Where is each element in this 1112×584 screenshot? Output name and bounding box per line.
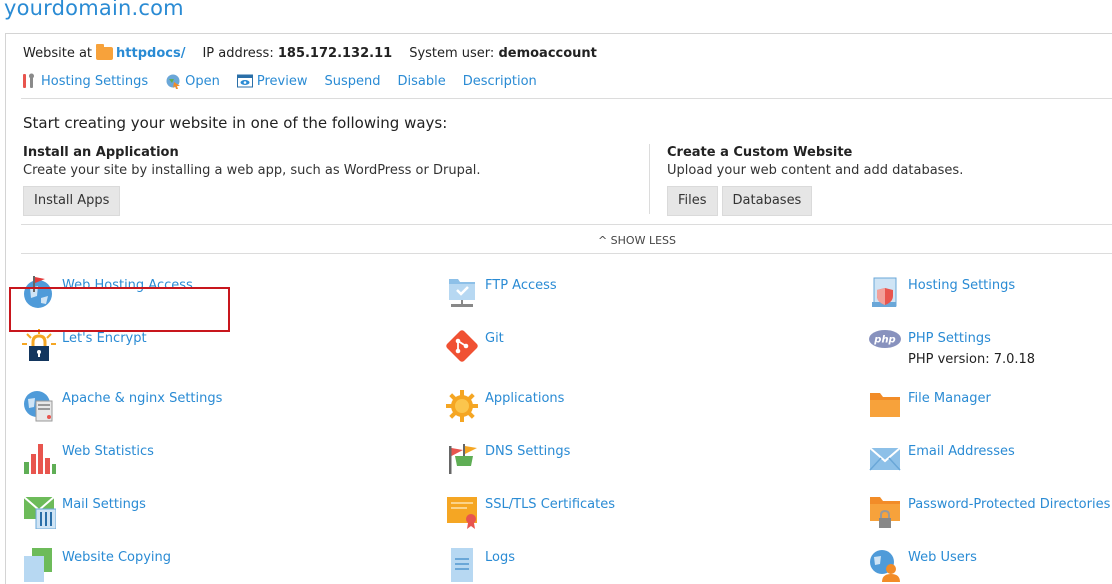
tool-ssl-tls-certificates[interactable]: SSL/TLS Certificates [445,495,615,529]
lets-encrypt-lock-icon [22,329,56,363]
globe-open-icon [165,73,181,89]
preview-icon [236,73,253,89]
tool-label: Apache & nginx Settings [62,391,223,406]
open-action[interactable]: Open [165,73,220,89]
dns-flags-icon [445,442,479,476]
tool-web-users[interactable]: Web Users [868,548,977,582]
divider [21,253,1112,254]
tool-label: Let's Encrypt [62,331,147,346]
tool-mail-settings[interactable]: Mail Settings [22,495,146,530]
tool-apache-nginx-settings[interactable]: Apache & nginx Settings [22,389,222,423]
tool-lets-encrypt[interactable]: Let's Encrypt [22,329,147,363]
disable-action-label: Disable [397,73,446,89]
tool-label: Git [485,331,504,346]
ip-value: 185.172.132.11 [277,46,393,61]
tool-label: Web Statistics [62,444,154,459]
divider [21,98,1112,99]
tool-web-statistics[interactable]: Web Statistics [22,442,154,476]
tool-git[interactable]: Git [445,329,504,363]
svg-text:php: php [873,335,895,346]
website-at-label: Website at [23,46,93,61]
divider [21,224,1112,225]
tool-label: Web Users [908,550,977,565]
system-user-label: System user: [409,46,495,61]
envelope-icon [868,442,902,476]
tool-password-protected-directories[interactable]: Password-Protected Directories [868,495,1110,529]
column-divider [649,144,650,214]
install-application-desc: Create your site by installing a web app… [23,163,481,178]
custom-website-heading: Create a Custom Website [667,145,853,160]
apache-globe-icon [22,389,56,423]
bar-chart-icon [22,442,56,476]
copy-pages-icon [22,548,56,582]
tool-logs[interactable]: Logs [445,548,515,582]
globe-user-icon [868,548,902,582]
install-apps-button[interactable]: Install Apps [23,186,121,216]
tool-label: PHP Settings [908,331,991,346]
show-less-toggle[interactable]: ^ SHOW LESS [6,234,1112,247]
php-version-text: PHP version: 7.0.18 [908,352,1036,367]
preview-action-label: Preview [256,73,308,89]
httpdocs-link[interactable]: httpdocs/ [116,46,185,61]
disable-action[interactable]: Disable [398,74,446,89]
system-user-value: demoaccount [498,46,597,61]
mail-settings-icon [22,495,57,530]
gear-icon [445,389,479,423]
hosting-settings-action[interactable]: Hosting Settings [21,73,148,89]
tool-label: FTP Access [485,278,557,293]
tool-hosting-settings[interactable]: Hosting Settings [868,276,1015,310]
databases-button[interactable]: Databases [721,186,813,216]
suspend-action[interactable]: Suspend [325,74,381,89]
tool-label: Password-Protected Directories [908,497,1111,512]
website-info-line: Website at httpdocs/ IP address: 185.172… [23,44,597,61]
certificate-icon [445,495,479,529]
tool-file-manager[interactable]: File Manager [868,389,991,423]
domain-title[interactable]: yourdomain.com [4,0,184,20]
custom-website-desc: Upload your web content and add database… [667,163,964,178]
hosting-settings-action-label: Hosting Settings [41,73,149,89]
tool-label: Email Addresses [908,444,1015,459]
tool-label: Hosting Settings [908,278,1016,293]
tool-php-settings[interactable]: php PHP Settings PHP version: 7.0.18 [868,329,1035,368]
tool-applications[interactable]: Applications [445,389,564,423]
tool-label: DNS Settings [485,444,571,459]
php-icon: php [868,329,902,363]
install-application-heading: Install an Application [23,145,179,160]
tool-website-copying[interactable]: Website Copying [22,548,171,582]
tool-ftp-access[interactable]: FTP Access [445,276,557,310]
hosting-settings-doc-icon [868,276,902,310]
tool-label: Website Copying [62,550,172,565]
ftp-folder-icon [445,276,479,310]
folder-icon [868,389,902,423]
custom-website-section: Create a Custom Website Upload your web … [667,144,1107,216]
files-button[interactable]: Files [667,186,718,216]
tool-email-addresses[interactable]: Email Addresses [868,442,1015,476]
tool-label: File Manager [908,391,991,406]
tool-dns-settings[interactable]: DNS Settings [445,442,570,476]
description-action[interactable]: Description [463,74,537,89]
start-creating-title: Start creating your website in one of th… [23,114,448,132]
install-application-section: Install an Application Create your site … [23,144,643,216]
open-action-label: Open [185,73,220,89]
preview-action[interactable]: Preview [236,73,308,89]
log-file-icon [445,548,479,582]
tool-label: Applications [485,391,565,406]
tool-label: Logs [485,550,515,565]
description-action-label: Description [462,73,537,89]
website-action-bar: Hosting Settings Open Preview Suspend Di… [21,73,554,89]
highlight-box [9,287,230,332]
tool-label: Mail Settings [62,497,146,512]
ip-label: IP address: [202,46,274,61]
suspend-action-label: Suspend [324,73,381,89]
tools-icon [21,73,37,89]
locked-folder-icon [868,495,902,529]
git-icon [445,329,479,363]
tool-label: SSL/TLS Certificates [485,497,615,512]
folder-icon [96,44,114,60]
